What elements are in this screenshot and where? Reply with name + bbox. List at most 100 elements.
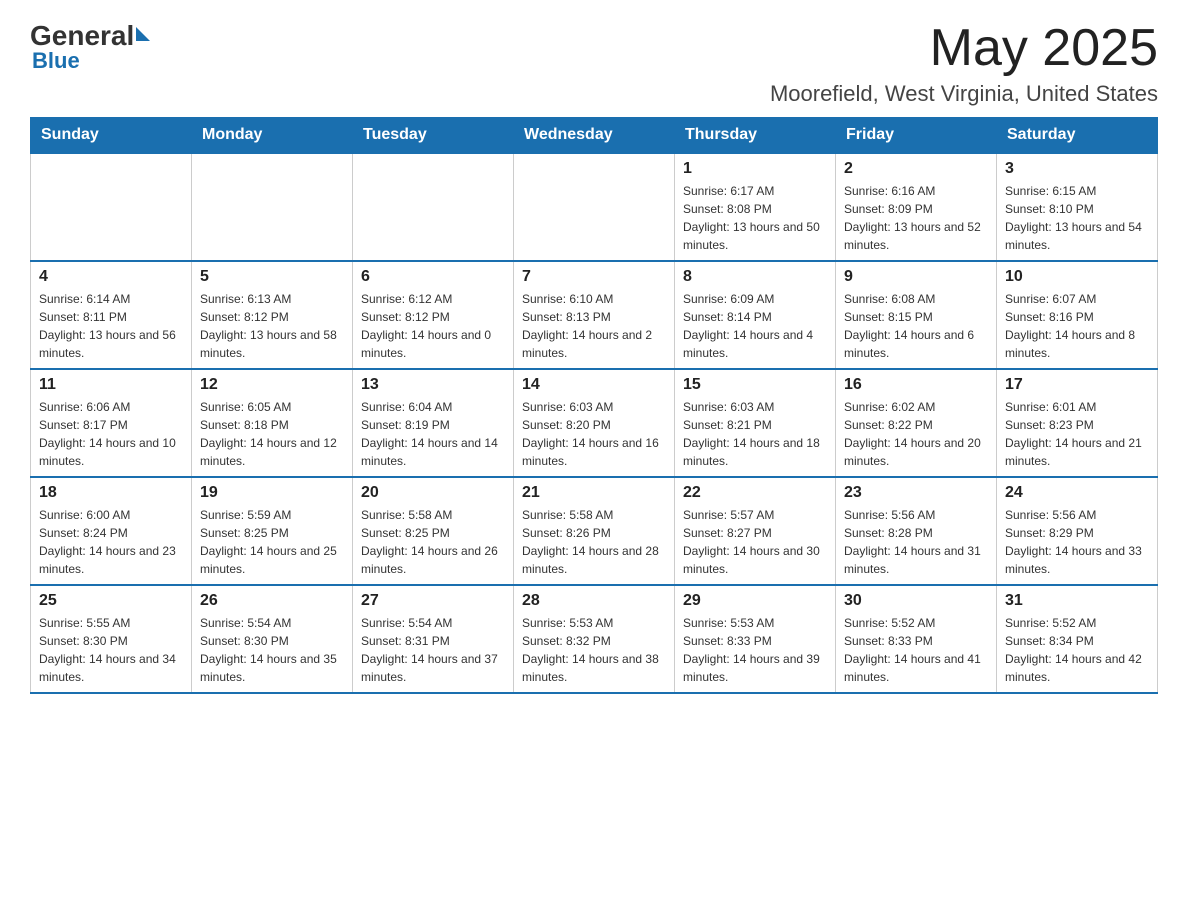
day-number: 8	[683, 268, 827, 286]
week-row-1: 1 Sunrise: 6:17 AM Sunset: 8:08 PM Daylig…	[31, 153, 1158, 261]
day-info: Sunrise: 6:13 AM Sunset: 8:12 PM Dayligh…	[200, 290, 344, 362]
week-row-3: 11 Sunrise: 6:06 AM Sunset: 8:17 PM Dayli…	[31, 369, 1158, 477]
day-of-week-saturday: Saturday	[997, 118, 1158, 154]
day-number: 22	[683, 484, 827, 502]
calendar-cell: 23 Sunrise: 5:56 AM Sunset: 8:28 PM Dayli…	[836, 477, 997, 585]
day-number: 21	[522, 484, 666, 502]
day-info: Sunrise: 6:17 AM Sunset: 8:08 PM Dayligh…	[683, 182, 827, 254]
calendar-cell: 15 Sunrise: 6:03 AM Sunset: 8:21 PM Dayli…	[675, 369, 836, 477]
calendar-cell: 10 Sunrise: 6:07 AM Sunset: 8:16 PM Dayli…	[997, 261, 1158, 369]
day-info: Sunrise: 6:08 AM Sunset: 8:15 PM Dayligh…	[844, 290, 988, 362]
day-number: 31	[1005, 592, 1149, 610]
calendar-cell: 14 Sunrise: 6:03 AM Sunset: 8:20 PM Dayli…	[514, 369, 675, 477]
day-number: 5	[200, 268, 344, 286]
week-row-4: 18 Sunrise: 6:00 AM Sunset: 8:24 PM Dayli…	[31, 477, 1158, 585]
calendar-cell: 16 Sunrise: 6:02 AM Sunset: 8:22 PM Dayli…	[836, 369, 997, 477]
day-info: Sunrise: 5:54 AM Sunset: 8:31 PM Dayligh…	[361, 614, 505, 686]
day-number: 1	[683, 160, 827, 178]
day-number: 2	[844, 160, 988, 178]
day-info: Sunrise: 6:14 AM Sunset: 8:11 PM Dayligh…	[39, 290, 183, 362]
calendar-cell: 12 Sunrise: 6:05 AM Sunset: 8:18 PM Dayli…	[192, 369, 353, 477]
day-number: 11	[39, 376, 183, 394]
day-info: Sunrise: 6:03 AM Sunset: 8:21 PM Dayligh…	[683, 398, 827, 470]
day-number: 25	[39, 592, 183, 610]
day-info: Sunrise: 5:58 AM Sunset: 8:25 PM Dayligh…	[361, 506, 505, 578]
calendar-cell: 24 Sunrise: 5:56 AM Sunset: 8:29 PM Dayli…	[997, 477, 1158, 585]
calendar-cell: 19Sunrise: 5:59 AM Sunset: 8:25 PM Dayli…	[192, 477, 353, 585]
logo-blue-text: Blue	[32, 48, 80, 74]
day-info: Sunrise: 6:12 AM Sunset: 8:12 PM Dayligh…	[361, 290, 505, 362]
day-number: 24	[1005, 484, 1149, 502]
day-number: 4	[39, 268, 183, 286]
day-info: Sunrise: 5:58 AM Sunset: 8:26 PM Dayligh…	[522, 506, 666, 578]
calendar-cell	[514, 153, 675, 261]
day-number: 10	[1005, 268, 1149, 286]
month-title: May 2025	[770, 20, 1158, 77]
calendar-cell: 3 Sunrise: 6:15 AM Sunset: 8:10 PM Daylig…	[997, 153, 1158, 261]
day-number: 12	[200, 376, 344, 394]
day-info: Sunrise: 5:56 AM Sunset: 8:28 PM Dayligh…	[844, 506, 988, 578]
day-number: 23	[844, 484, 988, 502]
day-number: 14	[522, 376, 666, 394]
calendar-cell: 1 Sunrise: 6:17 AM Sunset: 8:08 PM Daylig…	[675, 153, 836, 261]
calendar-cell: 22 Sunrise: 5:57 AM Sunset: 8:27 PM Dayli…	[675, 477, 836, 585]
header: General Blue May 2025 Moorefield, West V…	[30, 20, 1158, 107]
day-info: Sunrise: 6:16 AM Sunset: 8:09 PM Dayligh…	[844, 182, 988, 254]
week-row-2: 4 Sunrise: 6:14 AM Sunset: 8:11 PM Daylig…	[31, 261, 1158, 369]
calendar-cell	[192, 153, 353, 261]
day-number: 20	[361, 484, 505, 502]
day-number: 26	[200, 592, 344, 610]
day-number: 13	[361, 376, 505, 394]
day-number: 16	[844, 376, 988, 394]
day-info: Sunrise: 5:52 AM Sunset: 8:33 PM Dayligh…	[844, 614, 988, 686]
day-number: 3	[1005, 160, 1149, 178]
day-info: Sunrise: 6:03 AM Sunset: 8:20 PM Dayligh…	[522, 398, 666, 470]
day-number: 7	[522, 268, 666, 286]
calendar-cell: 26Sunrise: 5:54 AM Sunset: 8:30 PM Dayli…	[192, 585, 353, 693]
calendar-table: SundayMondayTuesdayWednesdayThursdayFrid…	[30, 117, 1158, 694]
calendar-cell: 17 Sunrise: 6:01 AM Sunset: 8:23 PM Dayli…	[997, 369, 1158, 477]
day-info: Sunrise: 6:02 AM Sunset: 8:22 PM Dayligh…	[844, 398, 988, 470]
title-area: May 2025 Moorefield, West Virginia, Unit…	[770, 20, 1158, 107]
day-info: Sunrise: 6:07 AM Sunset: 8:16 PM Dayligh…	[1005, 290, 1149, 362]
calendar-cell: 6 Sunrise: 6:12 AM Sunset: 8:12 PM Daylig…	[353, 261, 514, 369]
day-info: Sunrise: 5:57 AM Sunset: 8:27 PM Dayligh…	[683, 506, 827, 578]
day-of-week-wednesday: Wednesday	[514, 118, 675, 154]
calendar-cell: 8 Sunrise: 6:09 AM Sunset: 8:14 PM Daylig…	[675, 261, 836, 369]
day-number: 18	[39, 484, 183, 502]
day-number: 15	[683, 376, 827, 394]
day-info: Sunrise: 5:53 AM Sunset: 8:32 PM Dayligh…	[522, 614, 666, 686]
day-info: Sunrise: 6:05 AM Sunset: 8:18 PM Dayligh…	[200, 398, 344, 470]
week-row-5: 25Sunrise: 5:55 AM Sunset: 8:30 PM Dayli…	[31, 585, 1158, 693]
day-of-week-monday: Monday	[192, 118, 353, 154]
calendar-cell	[353, 153, 514, 261]
logo-triangle-icon	[136, 27, 150, 41]
calendar-cell: 4 Sunrise: 6:14 AM Sunset: 8:11 PM Daylig…	[31, 261, 192, 369]
calendar-cell: 5 Sunrise: 6:13 AM Sunset: 8:12 PM Daylig…	[192, 261, 353, 369]
day-number: 30	[844, 592, 988, 610]
day-info: Sunrise: 5:52 AM Sunset: 8:34 PM Dayligh…	[1005, 614, 1149, 686]
calendar-cell	[31, 153, 192, 261]
calendar-cell: 20 Sunrise: 5:58 AM Sunset: 8:25 PM Dayli…	[353, 477, 514, 585]
calendar-cell: 7 Sunrise: 6:10 AM Sunset: 8:13 PM Daylig…	[514, 261, 675, 369]
day-info: Sunrise: 6:00 AM Sunset: 8:24 PM Dayligh…	[39, 506, 183, 578]
day-info: Sunrise: 5:56 AM Sunset: 8:29 PM Dayligh…	[1005, 506, 1149, 578]
day-info: Sunrise: 6:06 AM Sunset: 8:17 PM Dayligh…	[39, 398, 183, 470]
calendar-cell: 31 Sunrise: 5:52 AM Sunset: 8:34 PM Dayli…	[997, 585, 1158, 693]
calendar-cell: 29Sunrise: 5:53 AM Sunset: 8:33 PM Dayli…	[675, 585, 836, 693]
calendar-cell: 9Sunrise: 6:08 AM Sunset: 8:15 PM Daylig…	[836, 261, 997, 369]
day-of-week-friday: Friday	[836, 118, 997, 154]
day-info: Sunrise: 6:15 AM Sunset: 8:10 PM Dayligh…	[1005, 182, 1149, 254]
calendar-cell: 25Sunrise: 5:55 AM Sunset: 8:30 PM Dayli…	[31, 585, 192, 693]
day-info: Sunrise: 6:10 AM Sunset: 8:13 PM Dayligh…	[522, 290, 666, 362]
day-number: 17	[1005, 376, 1149, 394]
day-info: Sunrise: 5:53 AM Sunset: 8:33 PM Dayligh…	[683, 614, 827, 686]
day-info: Sunrise: 6:09 AM Sunset: 8:14 PM Dayligh…	[683, 290, 827, 362]
calendar-cell: 28 Sunrise: 5:53 AM Sunset: 8:32 PM Dayli…	[514, 585, 675, 693]
day-info: Sunrise: 6:01 AM Sunset: 8:23 PM Dayligh…	[1005, 398, 1149, 470]
day-number: 6	[361, 268, 505, 286]
day-number: 28	[522, 592, 666, 610]
calendar-cell: 2 Sunrise: 6:16 AM Sunset: 8:09 PM Daylig…	[836, 153, 997, 261]
calendar-header-row: SundayMondayTuesdayWednesdayThursdayFrid…	[31, 118, 1158, 154]
day-of-week-tuesday: Tuesday	[353, 118, 514, 154]
